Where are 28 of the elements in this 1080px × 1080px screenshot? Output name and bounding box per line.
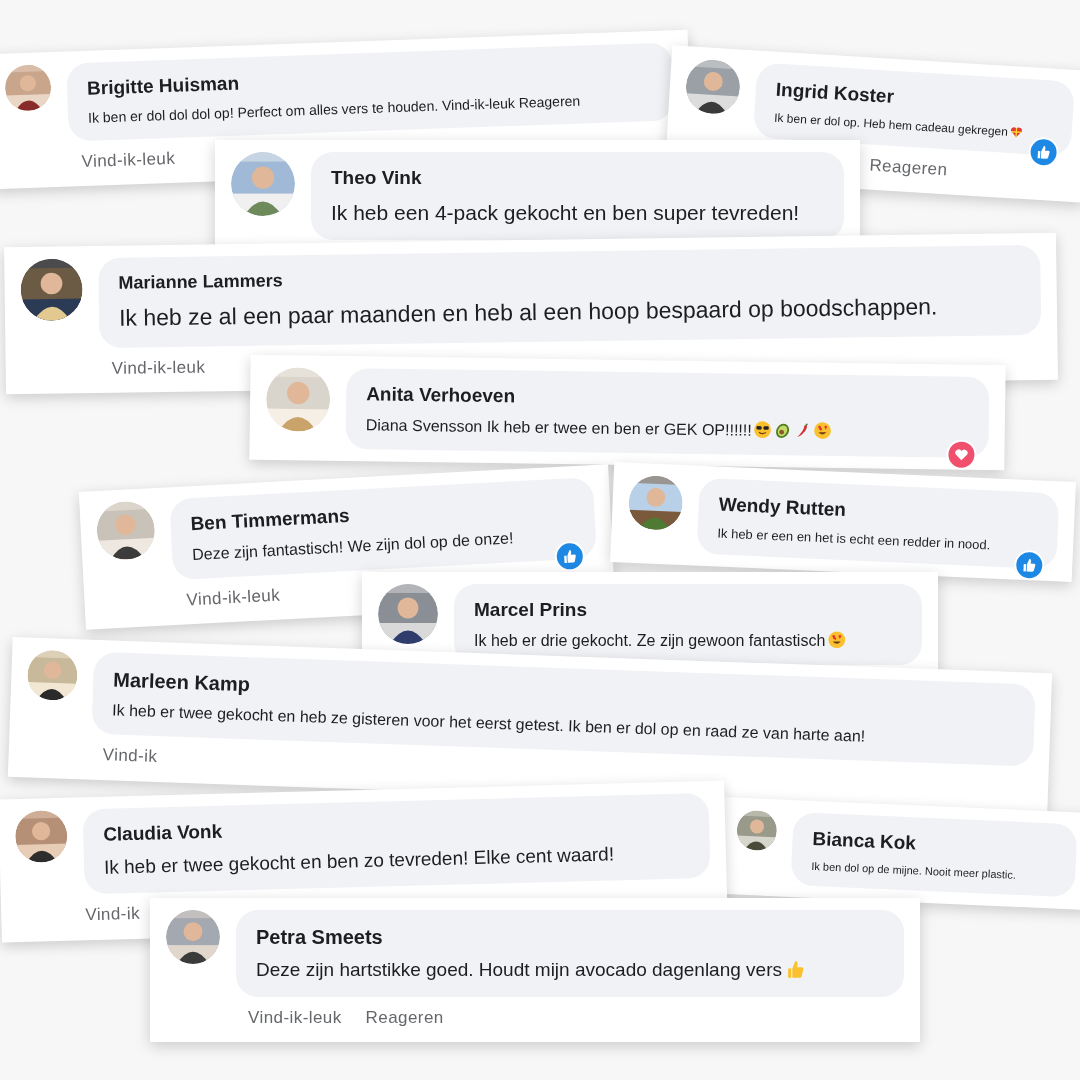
commenter-name[interactable]: Marleen Kamp (112, 664, 251, 700)
commenter-name[interactable]: Ingrid Koster (775, 75, 895, 112)
comment-text: Ik heb er een en het is echt een redder in nood. (717, 524, 991, 554)
comment-text: Ik ben dol op de mijne. Nooit meer plastic. (811, 858, 1017, 883)
comment-action-link[interactable]: Reageren (868, 152, 949, 183)
commenter-name[interactable]: Petra Smeets (256, 922, 383, 952)
commenter-name[interactable]: Wendy Rutten (718, 490, 847, 525)
comment-action-link[interactable]: Vind-ik-leuk (81, 145, 176, 175)
commenter-name[interactable]: Brigitte Huisman (86, 69, 240, 104)
heart-eyes-emoji-icon (813, 421, 832, 440)
comment-action-link[interactable]: Vind-ik-leuk (185, 582, 281, 613)
comment-text: Diana Svensson Ik heb er twee en ben er GEK OP!!!!!! (365, 412, 832, 444)
comment-action-link[interactable]: Reageren (365, 1004, 444, 1030)
gift-heart-emoji-icon (1009, 124, 1024, 139)
avocado-emoji-icon (774, 421, 792, 439)
commenter-name[interactable]: Anita Verhoeven (366, 380, 516, 411)
comment-text: Ik heb er drie gekocht. Ze zijn gewoon fantastisch (474, 628, 846, 653)
comment-action-link[interactable]: Vind-ik (85, 900, 141, 928)
commenter-name[interactable]: Theo Vink (331, 164, 422, 193)
comment-text: Ik heb een 4-pack gekocht en ben super tevreden! (331, 199, 800, 226)
commenter-name[interactable]: Bianca Kok (811, 824, 917, 858)
heart-eyes-emoji-icon (827, 631, 846, 649)
comment-action-link[interactable]: Vind-ik-leuk (111, 354, 206, 381)
sunglasses-emoji-icon (754, 420, 772, 439)
commenter-name[interactable]: Ben Timmermans (189, 501, 351, 539)
comment-action-link[interactable]: Vind-ik-leuk (248, 1004, 342, 1030)
commenter-name[interactable]: Marcel Prins (474, 596, 587, 625)
comment-text: Deze zijn hartstikke goed. Houdt mijn avocado dagenlang vers (256, 956, 806, 985)
